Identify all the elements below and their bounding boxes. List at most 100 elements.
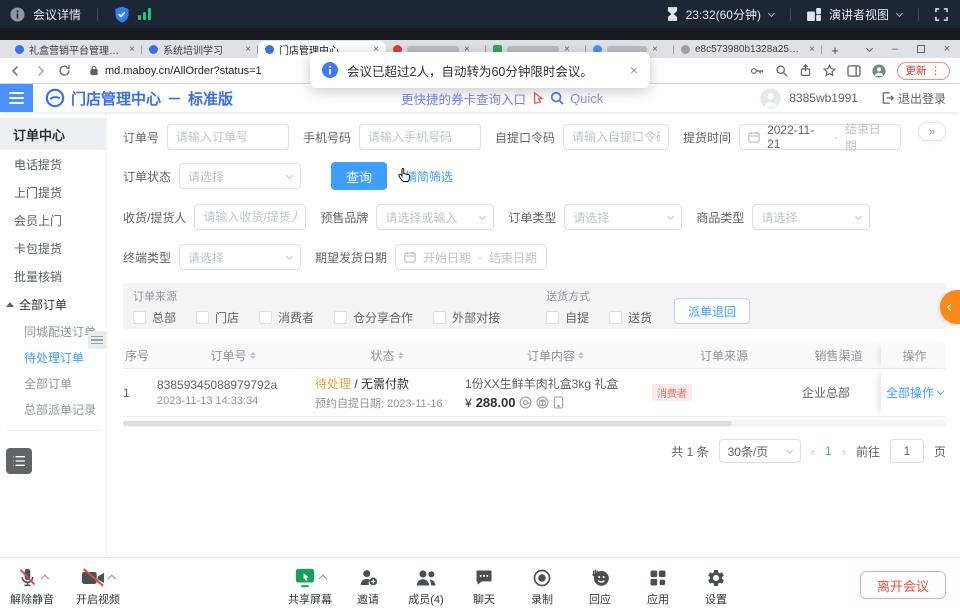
checkbox-hq[interactable]: 总部 xyxy=(133,309,176,326)
col-content-sortable[interactable]: 订单内容 xyxy=(465,343,652,368)
tab-close-icon[interactable]: × xyxy=(245,44,251,55)
shield-check-icon[interactable] xyxy=(114,6,130,23)
new-tab-button[interactable]: + xyxy=(826,42,844,58)
ship-end-date[interactable]: 结束日期 xyxy=(489,249,537,266)
checkbox[interactable] xyxy=(546,311,559,324)
sort-icon[interactable] xyxy=(578,349,584,362)
record-button[interactable]: 录制 xyxy=(520,565,564,607)
window-minimize-button[interactable]: – xyxy=(882,40,908,58)
goto-page-input[interactable] xyxy=(890,439,924,463)
checkbox[interactable] xyxy=(196,311,209,324)
forward-icon[interactable] xyxy=(34,65,46,77)
apps-button[interactable]: 应用 xyxy=(636,565,680,607)
checkbox-store[interactable]: 门店 xyxy=(196,309,239,326)
sort-icon[interactable] xyxy=(250,349,256,362)
sidebar-item-member-visit[interactable]: 会员上门 xyxy=(0,206,106,234)
checkbox-external[interactable]: 外部对接 xyxy=(433,309,500,326)
meeting-details-label[interactable]: 会议详情 xyxy=(33,6,81,23)
network-signal-icon[interactable] xyxy=(138,8,151,20)
brand-select[interactable]: 请选择或输入 xyxy=(376,204,494,230)
pickup-end-date[interactable]: 结束日期 xyxy=(845,120,892,154)
col-order-no-sortable[interactable]: 订单号 xyxy=(157,343,315,368)
members-button[interactable]: 成员(4) xyxy=(404,565,448,607)
avatar[interactable] xyxy=(760,88,781,109)
side-panel-icon[interactable] xyxy=(847,65,861,77)
reactions-button[interactable]: 回应 xyxy=(578,565,622,607)
row-actions-dropdown[interactable]: 全部操作 xyxy=(886,384,943,401)
ship-start-date[interactable]: 开始日期 xyxy=(423,249,471,266)
sidebar-item-phone-pickup[interactable]: 电话提货 xyxy=(0,150,106,178)
view-dropdown-icon[interactable] xyxy=(896,9,903,16)
sidebar-item-door-pickup[interactable]: 上门提货 xyxy=(0,178,106,206)
page-size-select[interactable]: 30条/页 xyxy=(719,439,801,463)
share-icon[interactable] xyxy=(799,64,812,77)
sidebar-item-all-orders-parent[interactable]: 全部订单 xyxy=(0,290,106,318)
reload-icon[interactable] xyxy=(58,64,71,77)
submenu-drag-handle[interactable] xyxy=(88,331,106,349)
timer-dropdown-icon[interactable] xyxy=(768,9,775,16)
checkbox-consumer[interactable]: 消费者 xyxy=(259,309,314,326)
quick-search-icon[interactable] xyxy=(550,91,564,105)
scrollbar-thumb[interactable] xyxy=(123,421,732,426)
window-close-button[interactable]: × xyxy=(934,40,960,58)
checkbox[interactable] xyxy=(133,311,146,324)
sidebar-subitem-hq-dispatch-log[interactable]: 总部派单记录 xyxy=(0,396,106,422)
tab-close-icon[interactable]: × xyxy=(652,44,658,55)
invite-button[interactable]: 邀请 xyxy=(346,565,390,607)
share-screen-button[interactable]: 共享屏幕 xyxy=(288,565,332,607)
window-maximize-button[interactable] xyxy=(908,40,934,58)
chat-button[interactable]: 聊天 xyxy=(462,565,506,607)
goods-type-select[interactable]: 请选择 xyxy=(752,204,870,230)
video-options-chevron[interactable] xyxy=(108,575,116,583)
ship-date-range[interactable]: 开始日期 - 结束日期 xyxy=(395,244,547,270)
checkbox[interactable] xyxy=(609,311,622,324)
browser-tab-7[interactable]: e8c573980b1328a258fd2e6f8 × xyxy=(674,41,822,58)
checkbox-self-pickup[interactable]: 自提 xyxy=(546,309,589,326)
tab-close-icon[interactable]: × xyxy=(809,44,815,55)
horizontal-scrollbar[interactable] xyxy=(123,420,946,427)
back-icon[interactable] xyxy=(10,65,22,77)
quick-label[interactable]: Quick xyxy=(570,91,603,106)
sort-icon[interactable] xyxy=(398,349,404,362)
mic-options-chevron[interactable] xyxy=(40,575,48,583)
sidebar-item-card-pickup[interactable]: 卡包提货 xyxy=(0,234,106,262)
collapse-filters-button[interactable]: » xyxy=(918,122,946,141)
hamburger-menu-button[interactable] xyxy=(0,84,33,112)
pickup-start-date[interactable]: 2022-11-21 xyxy=(767,123,827,151)
bookmark-star-icon[interactable] xyxy=(823,64,836,77)
unmute-button[interactable]: 解除静音 xyxy=(10,565,54,607)
prev-page-button[interactable]: ‹ xyxy=(811,444,815,459)
query-button[interactable]: 查询 xyxy=(331,162,387,190)
sidebar-item-batch-verify[interactable]: 批量核销 xyxy=(0,262,106,290)
checkbox[interactable] xyxy=(334,311,347,324)
tab-close-icon[interactable]: × xyxy=(129,44,135,55)
list-toggle-button[interactable] xyxy=(6,448,32,474)
order-type-select[interactable]: 请选择 xyxy=(564,204,682,230)
dispatch-return-button[interactable]: 派单退回 xyxy=(674,298,750,324)
tab-search-icon[interactable] xyxy=(856,40,882,58)
view-mode-label[interactable]: 演讲者视图 xyxy=(829,6,889,23)
order-status-select[interactable]: 请选择 xyxy=(179,163,301,189)
start-video-button[interactable]: 开启视频 xyxy=(76,565,120,607)
col-status-sortable[interactable]: 状态 xyxy=(315,343,465,368)
checkbox-warehouse-share[interactable]: 仓分享合作 xyxy=(334,309,413,326)
phone-input[interactable] xyxy=(359,124,481,150)
browser-update-button[interactable]: 更新 ⋮ xyxy=(897,62,951,80)
banner-close-icon[interactable]: × xyxy=(630,62,638,78)
share-options-chevron[interactable] xyxy=(319,575,327,583)
pickup-date-range[interactable]: 2022-11-21 - 结束日期 xyxy=(739,124,901,150)
username[interactable]: 8385wb1991 xyxy=(789,91,858,105)
profile-icon[interactable] xyxy=(872,64,886,78)
promo-text[interactable]: 更快捷的券卡查询入口 xyxy=(401,89,526,108)
simple-filter-link[interactable]: 精简筛选 xyxy=(405,168,453,185)
key-icon[interactable] xyxy=(750,65,764,77)
browser-tab-2[interactable]: 系统培训学习 × xyxy=(142,41,258,58)
terminal-type-select[interactable]: 请选择 xyxy=(179,244,301,270)
promo-entry[interactable]: 更快捷的券卡查询入口 Quick xyxy=(401,89,603,108)
leave-meeting-button[interactable]: 离开会议 xyxy=(860,571,946,599)
pickup-code-input[interactable] xyxy=(563,124,669,150)
settings-button[interactable]: 设置 xyxy=(694,565,738,607)
zoom-icon[interactable] xyxy=(775,64,788,77)
sidebar-subitem-all-orders[interactable]: 全部订单 xyxy=(0,370,106,396)
url-field[interactable]: md.maboy.cn/AllOrder?status=1 xyxy=(89,65,262,77)
